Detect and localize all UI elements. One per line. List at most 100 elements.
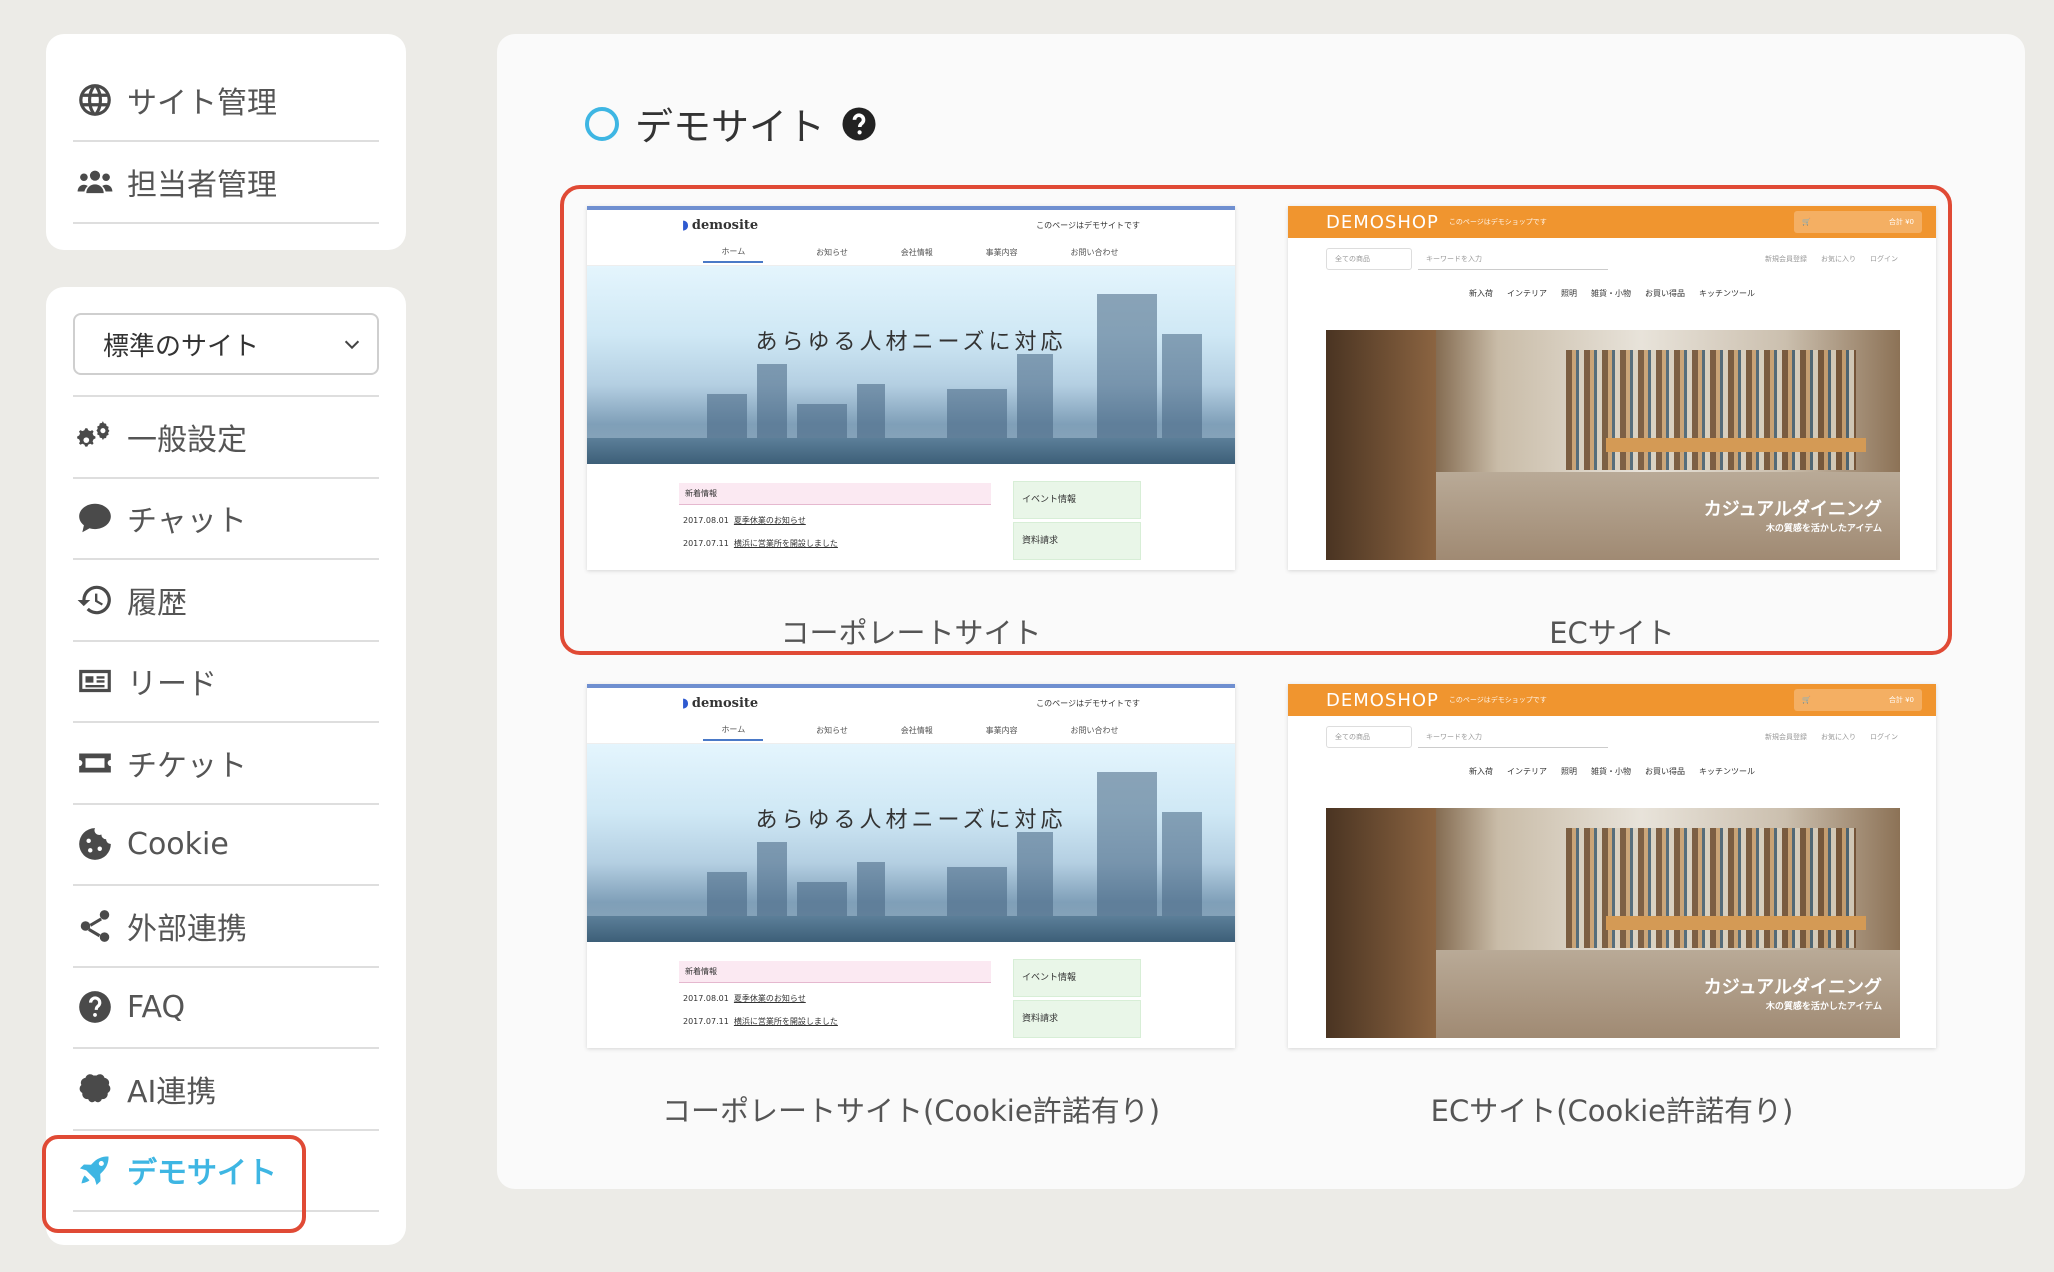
sidebar-item-label: 一般設定 bbox=[127, 422, 247, 458]
ec-hero-title: カジュアルダイニング bbox=[1703, 499, 1882, 520]
sidebar-item-label: 履歴 bbox=[127, 585, 187, 621]
demo-card-caption: ECサイト(Cookie許諾有り) bbox=[1430, 1094, 1794, 1128]
sidebar-item-ai[interactable]: AI連携 bbox=[73, 1049, 379, 1131]
share-icon bbox=[73, 904, 117, 948]
ec-hero-text: カジュアルダイニング 木の質感を活かしたアイテム bbox=[1704, 495, 1882, 534]
ec-cat: キッチンツール bbox=[1699, 289, 1755, 298]
corp-nav-item: お知らせ bbox=[816, 248, 848, 257]
ec-cart: 🛒 合計 ¥0 bbox=[1794, 689, 1922, 711]
ec-site-thumbnail: DEMOSHOP このページはデモショップです 🛒 合計 ¥0 全ての商品 キーワ… bbox=[1288, 684, 1936, 1048]
news-text: 横浜に営業所を開設しました bbox=[733, 539, 838, 548]
sidebar-item-label: 外部連携 bbox=[127, 911, 247, 947]
sidebar-item-history[interactable]: 履歴 bbox=[73, 560, 379, 642]
sidebar-item-label: AI連携 bbox=[127, 1074, 217, 1110]
demo-card-corporate-cookie[interactable]: ◗ demosite このページはデモサイトです ホーム お知らせ 会社情報 事業… bbox=[587, 684, 1235, 1130]
sidebar-item-label: デモサイト bbox=[127, 1156, 277, 1192]
ec-account-links: 新規会員登録 お気に入り ログイン bbox=[1765, 254, 1898, 264]
ec-logo: DEMOSHOP bbox=[1326, 211, 1439, 233]
sidebar-top-card: サイト管理 担当者管理 bbox=[46, 34, 406, 250]
ec-hero-image: カジュアルダイニング 木の質感を活かしたアイテム bbox=[1326, 808, 1900, 1038]
demo-card-ec-cookie[interactable]: DEMOSHOP このページはデモショップです 🛒 合計 ¥0 全ての商品 キーワ… bbox=[1288, 684, 1936, 1130]
corp-banner-event: イベント情報 bbox=[1013, 481, 1141, 519]
ec-hero-text: カジュアルダイニング 木の質感を活かしたアイテム bbox=[1704, 973, 1882, 1012]
site-select-wrapper: 標準のサイト bbox=[73, 313, 379, 397]
page-title: デモサイト bbox=[635, 105, 826, 149]
demo-card-corporate[interactable]: ◗ demosite このページはデモサイトです ホーム お知らせ 会社情報 事業… bbox=[587, 206, 1235, 652]
corporate-site-thumbnail: ◗ demosite このページはデモサイトです ホーム お知らせ 会社情報 事業… bbox=[587, 206, 1235, 570]
corp-nav-item: 会社情報 bbox=[900, 726, 933, 735]
corp-header: ◗ demosite このページはデモサイトです bbox=[587, 206, 1235, 240]
sidebar-item-cookie[interactable]: Cookie bbox=[73, 805, 379, 886]
sidebar-item-faq[interactable]: FAQ bbox=[73, 968, 379, 1049]
sidebar-item-label: チャット bbox=[127, 504, 247, 540]
ec-cart-total: 合計 ¥0 bbox=[1888, 696, 1914, 704]
corp-nav: ホーム お知らせ 会社情報 事業内容 お問い合わせ bbox=[587, 718, 1235, 744]
sidebar-item-integrations[interactable]: 外部連携 bbox=[73, 886, 379, 968]
corp-banner-docs: 資料請求 bbox=[1013, 1000, 1141, 1038]
news-date: 2017.07.11 bbox=[683, 1017, 729, 1026]
chat-bubble-icon bbox=[73, 496, 117, 540]
corp-news-title: 新着情報 bbox=[679, 961, 991, 983]
corp-nav-item: お問い合わせ bbox=[1070, 726, 1119, 735]
corp-hero-title: あらゆる人材ニーズに対応 bbox=[755, 808, 1067, 833]
ec-search-bar: 全ての商品 キーワードを入力 新規会員登録 お気に入り ログイン bbox=[1288, 238, 1936, 280]
sidebar-item-label: Cookie bbox=[127, 826, 229, 862]
ec-hero-title: カジュアルダイニング bbox=[1703, 977, 1882, 998]
ec-hero-subtitle: 木の質感を活かしたアイテム bbox=[1765, 1002, 1882, 1012]
ec-hero-image: カジュアルダイニング 木の質感を活かしたアイテム bbox=[1326, 330, 1900, 560]
brain-icon bbox=[73, 1067, 117, 1111]
ec-link: 新規会員登録 bbox=[1765, 255, 1807, 263]
ec-cat: 雑貨・小物 bbox=[1591, 767, 1631, 776]
corp-news-row: 2017.08.01 夏季休業のお知らせ bbox=[683, 993, 991, 1004]
ec-link: ログイン bbox=[1870, 733, 1898, 741]
corp-hero-title: あらゆる人材ニーズに対応 bbox=[755, 330, 1067, 355]
globe-icon bbox=[73, 78, 117, 122]
corp-header-note: このページはデモサイトです bbox=[1036, 698, 1140, 708]
corp-banner-event: イベント情報 bbox=[1013, 959, 1141, 997]
demo-card-ec[interactable]: DEMOSHOP このページはデモショップです 🛒 合計 ¥0 全ての商品 キーワ… bbox=[1288, 206, 1936, 652]
corp-nav-item: 事業内容 bbox=[985, 726, 1018, 735]
sidebar-item-tickets[interactable]: チケット bbox=[73, 723, 379, 805]
sidebar-item-label: 担当者管理 bbox=[127, 168, 277, 203]
sidebar-item-leads[interactable]: リード bbox=[73, 642, 379, 723]
sidebar-card: 標準のサイト 一般設定 チャット 履歴 リード チケット Cookie 外部連携… bbox=[46, 287, 406, 1245]
ec-search-input: キーワードを入力 bbox=[1418, 726, 1608, 748]
ec-header-note: このページはデモショップです bbox=[1448, 696, 1547, 704]
corp-side-banners: イベント情報 資料請求 bbox=[1013, 959, 1141, 1041]
sidebar-item-staff-management[interactable]: 担当者管理 bbox=[73, 142, 379, 224]
news-text: 夏季休業のお知らせ bbox=[733, 994, 806, 1003]
corp-nav: ホーム お知らせ 会社情報 事業内容 お問い合わせ bbox=[587, 240, 1235, 266]
site-select[interactable]: 標準のサイト bbox=[73, 313, 379, 375]
sidebar-item-label: チケット bbox=[127, 748, 247, 784]
corp-banner-docs: 資料請求 bbox=[1013, 522, 1141, 560]
news-date: 2017.08.01 bbox=[683, 994, 729, 1003]
ec-cat: インテリア bbox=[1507, 289, 1547, 298]
cookie-icon bbox=[73, 822, 117, 866]
sidebar-item-chat[interactable]: チャット bbox=[73, 479, 379, 560]
help-icon[interactable] bbox=[841, 106, 877, 142]
ec-cart: 🛒 合計 ¥0 bbox=[1794, 211, 1922, 233]
moon-logo-icon: ◗ bbox=[682, 217, 689, 233]
sidebar-item-site-management[interactable]: サイト管理 bbox=[73, 60, 379, 142]
sidebar-item-demo-site[interactable]: デモサイト bbox=[73, 1131, 379, 1212]
cart-icon: 🛒 bbox=[1802, 218, 1811, 226]
ec-cat: お買い得品 bbox=[1645, 289, 1685, 298]
ec-cat: 新入荷 bbox=[1469, 767, 1493, 776]
corp-header: ◗ demosite このページはデモサイトです bbox=[587, 684, 1235, 718]
corp-header-note: このページはデモサイトです bbox=[1036, 220, 1140, 230]
demo-card-caption: ECサイト bbox=[1549, 616, 1675, 650]
ec-header-note: このページはデモショップです bbox=[1448, 218, 1547, 226]
corp-nav-item: お知らせ bbox=[816, 726, 848, 735]
page-title-row: デモサイト bbox=[585, 96, 877, 151]
newspaper-icon bbox=[73, 659, 117, 703]
corp-logo-text: demosite bbox=[691, 695, 759, 711]
news-text: 夏季休業のお知らせ bbox=[733, 516, 806, 525]
corp-news: 新着情報 2017.08.01 夏季休業のお知らせ 2017.07.11 横浜に… bbox=[679, 483, 991, 561]
sidebar-item-general-settings[interactable]: 一般設定 bbox=[73, 397, 379, 479]
demo-card-caption: コーポレートサイト(Cookie許諾有り) bbox=[661, 1094, 1161, 1128]
ec-search-input: キーワードを入力 bbox=[1418, 248, 1608, 270]
ec-cat: お買い得品 bbox=[1645, 767, 1685, 776]
corp-nav-item: お問い合わせ bbox=[1070, 248, 1119, 257]
ec-cat: 照明 bbox=[1561, 289, 1577, 298]
ec-link: お気に入り bbox=[1821, 733, 1856, 741]
